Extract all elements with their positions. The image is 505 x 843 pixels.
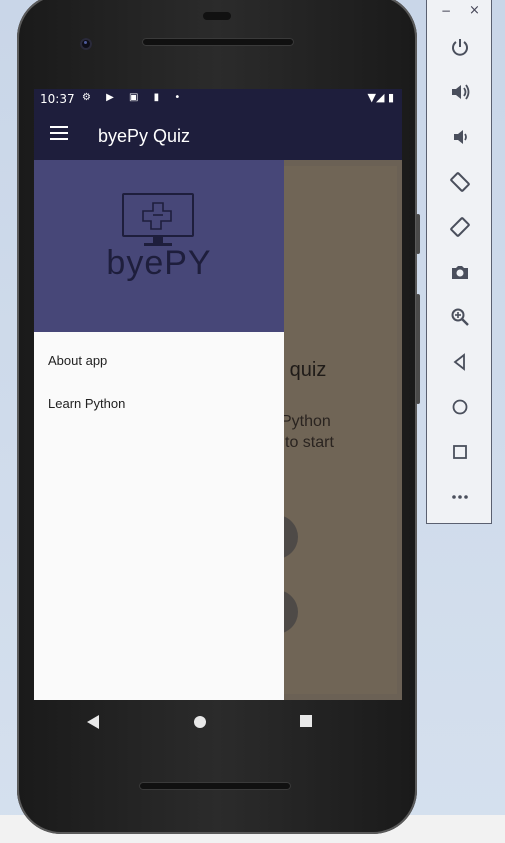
- front-camera: [80, 38, 92, 50]
- signal-battery-icons: ▼◢ ▮: [367, 91, 394, 104]
- notification-icons: ⚙ ▶ ▣ ▮ •: [82, 92, 187, 103]
- app-bar: byePy Quiz: [34, 110, 402, 160]
- overview-icon[interactable]: [446, 438, 474, 466]
- minimize-button[interactable]: −: [441, 4, 451, 18]
- recents-icon[interactable]: [300, 715, 312, 727]
- drawer-logo-text: byePY: [106, 244, 212, 282]
- drawer-item-learn-python[interactable]: Learn Python: [48, 396, 125, 411]
- rotate-left-icon[interactable]: [446, 168, 474, 196]
- screenshot-icon[interactable]: [446, 258, 474, 286]
- navigation-drawer: byePY About app Learn Python: [34, 160, 284, 700]
- device-screen: 10:37 ⚙ ▶ ▣ ▮ • ▼◢ ▮ byePy Quiz / n quiz…: [34, 89, 402, 700]
- earpiece-speaker: [142, 38, 294, 46]
- emulator-toolbar: − ×: [426, 0, 492, 524]
- background-text-line2: to start: [285, 434, 334, 451]
- drawer-header: byePY: [34, 160, 284, 332]
- more-icon[interactable]: [446, 483, 474, 511]
- hamburger-menu-icon[interactable]: [50, 126, 68, 142]
- phone-volume-button: [416, 294, 420, 404]
- phone-side-button: [416, 214, 420, 254]
- rotate-right-icon[interactable]: [446, 213, 474, 241]
- proximity-sensor: [203, 12, 231, 20]
- power-icon[interactable]: [446, 33, 474, 61]
- back-icon[interactable]: [87, 715, 99, 729]
- emulator-home-icon[interactable]: [446, 393, 474, 421]
- bottom-speaker: [139, 782, 291, 790]
- monitor-python-logo-icon: [122, 193, 194, 246]
- status-time: 10:37: [40, 92, 75, 106]
- app-title: byePy Quiz: [98, 126, 191, 146]
- drawer-item-about-app[interactable]: About app: [48, 353, 107, 368]
- background-text-line1: Python: [281, 413, 331, 430]
- zoom-icon[interactable]: [446, 303, 474, 331]
- emulator-back-icon[interactable]: [446, 348, 474, 376]
- status-bar: 10:37 ⚙ ▶ ▣ ▮ • ▼◢ ▮: [34, 89, 402, 110]
- close-button[interactable]: ×: [469, 3, 480, 18]
- home-icon[interactable]: [194, 716, 206, 728]
- volume-up-icon[interactable]: [446, 78, 474, 106]
- volume-down-icon[interactable]: [446, 123, 474, 151]
